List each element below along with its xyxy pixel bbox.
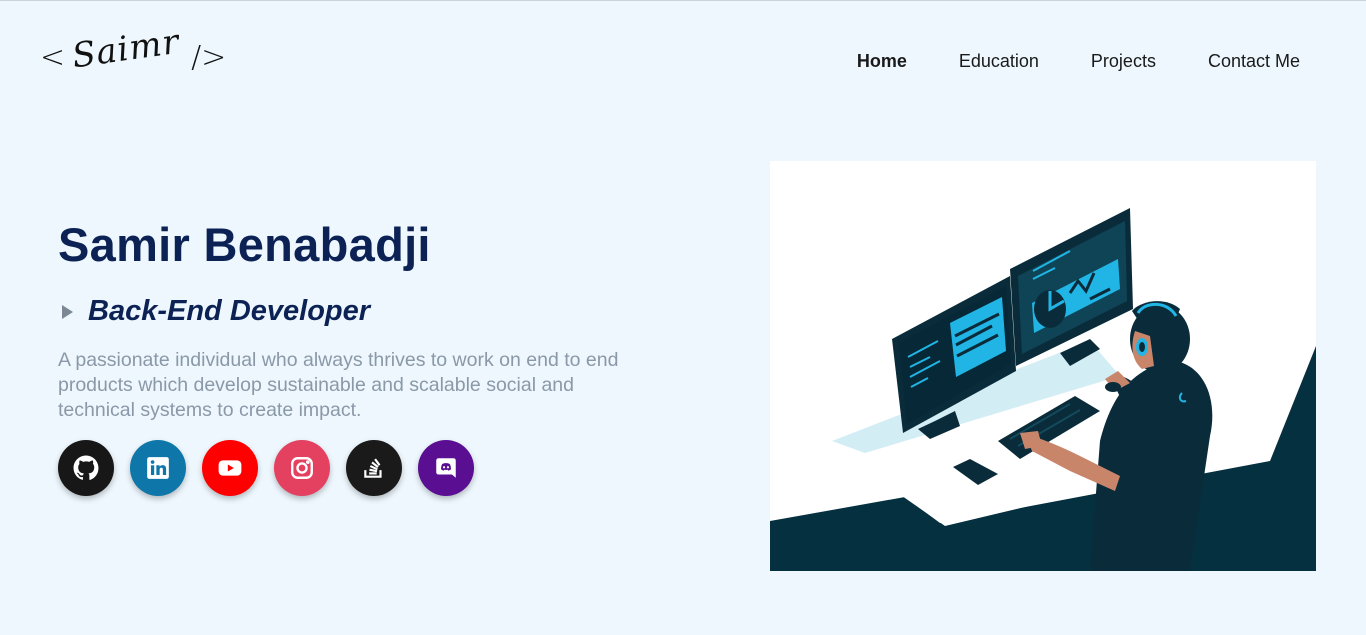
hero-role: Back-End Developer [62,295,370,328]
github-icon [73,455,99,480]
hero-name: Samir Benabadji [58,218,431,271]
instagram-icon [291,457,313,479]
hero-description: A passionate individual who always thriv… [58,349,619,421]
logo-right-bracket: /> [191,39,227,75]
social-links [58,440,474,496]
instagram-button[interactable] [274,440,330,496]
stackoverflow-button[interactable] [346,440,402,496]
main-nav: Home Education Projects Contact Me [857,51,1300,72]
nav-home[interactable]: Home [857,51,907,72]
linkedin-button[interactable] [130,440,186,496]
github-button[interactable] [58,440,114,496]
developer-at-desk-illustration [770,208,1316,571]
nav-projects[interactable]: Projects [1091,51,1156,72]
nav-contact-me[interactable]: Contact Me [1208,51,1300,72]
play-triangle-icon [62,304,73,319]
youtube-icon [218,460,242,476]
nav-education[interactable]: Education [959,51,1039,72]
discord-button[interactable] [418,440,474,496]
linkedin-icon [147,457,169,479]
stackoverflow-icon [364,458,382,478]
discord-icon [436,458,456,478]
youtube-button[interactable] [202,440,258,496]
logo-signature: Saimr [69,21,183,77]
logo-left-bracket: < [40,39,66,75]
hero-role-text: Back-End Developer [88,295,371,327]
site-logo[interactable]: < Saimr /> [40,22,240,87]
developer-illustration [770,161,1316,571]
